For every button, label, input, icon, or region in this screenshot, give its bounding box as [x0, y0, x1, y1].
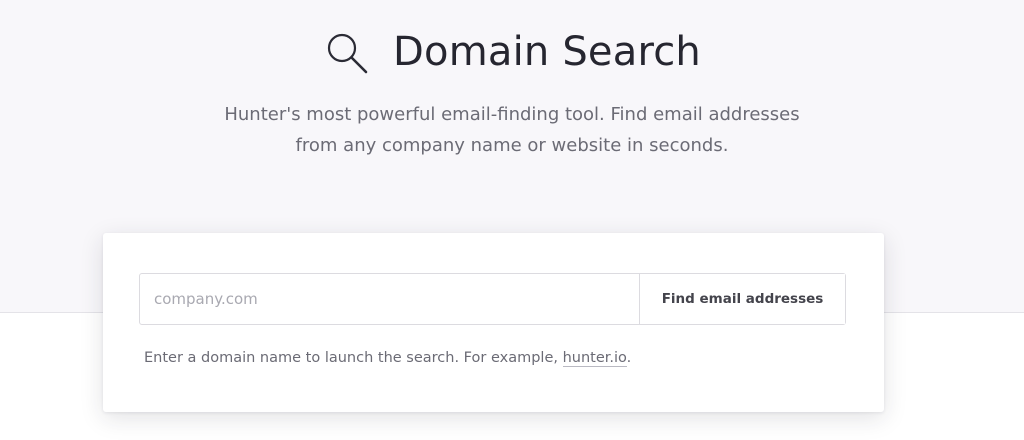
subtitle-line-2: from any company name or website in seco… — [295, 135, 729, 156]
page-subtitle: Hunter's most powerful email-finding too… — [0, 99, 1024, 161]
hint-suffix: . — [626, 350, 632, 366]
example-domain-link[interactable]: hunter.io — [562, 350, 627, 367]
page-header: Domain Search — [0, 24, 1024, 80]
hint-text: Enter a domain name to launch the search… — [144, 350, 563, 366]
search-hint: Enter a domain name to launch the search… — [144, 350, 632, 367]
domain-input[interactable] — [140, 274, 639, 324]
search-icon — [327, 33, 368, 74]
page-title: Domain Search — [393, 29, 701, 75]
find-email-addresses-button[interactable]: Find email addresses — [639, 274, 845, 324]
domain-search-form: Find email addresses — [139, 273, 846, 325]
subtitle-line-1: Hunter's most powerful email-finding too… — [224, 104, 800, 125]
search-card: Find email addresses Enter a domain name… — [103, 233, 884, 412]
